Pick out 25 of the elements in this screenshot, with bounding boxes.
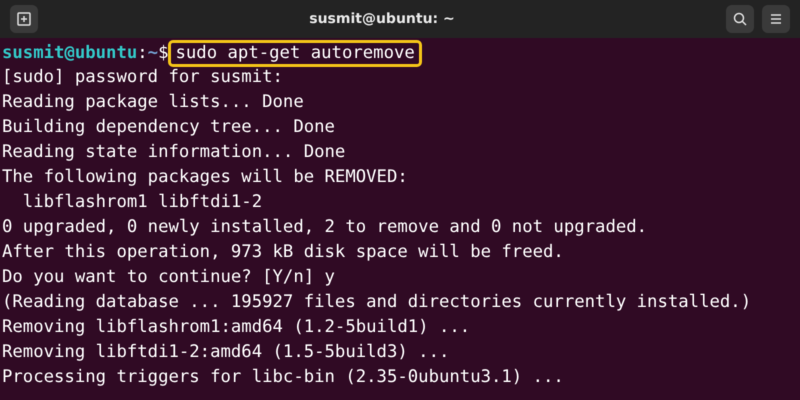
output-line: [sudo] password for susmit: xyxy=(2,66,284,89)
output-line: 0 upgraded, 0 newly installed, 2 to remove and 0 not upgraded. xyxy=(2,216,648,239)
window-title: susmit@ubuntu: ~ xyxy=(308,11,456,27)
prompt-user-host: susmit@ubuntu xyxy=(2,43,138,63)
menu-icon xyxy=(770,13,782,25)
output-line: (Reading database ... 195927 files and directories currently installed.) xyxy=(2,291,752,314)
output-line: Reading package lists... Done xyxy=(2,91,305,114)
output-line: Removing libftdi1-2:amd64 (1.5-5build3) ... xyxy=(2,341,450,364)
new-tab-icon xyxy=(17,12,31,26)
output-line: Do you want to continue? [Y/n] y xyxy=(2,266,336,289)
output-line: The following packages will be REMOVED: xyxy=(2,166,409,189)
prompt-symbol: $ xyxy=(158,43,168,63)
search-icon xyxy=(733,12,747,26)
search-button[interactable] xyxy=(726,5,754,33)
output-line: libflashrom1 libftdi1-2 xyxy=(22,191,264,214)
output-line: Removing libflashrom1:amd64 (1.2-5build1) ... xyxy=(2,316,472,339)
prompt-path: ~ xyxy=(148,43,158,63)
output-line: Building dependency tree... Done xyxy=(2,116,336,139)
highlighted-command: sudo apt-get autoremove xyxy=(168,40,422,67)
output-line: Reading state information... Done xyxy=(2,141,346,164)
output-line: After this operation, 973 kB disk space will be freed. xyxy=(2,241,565,264)
prompt-separator: : xyxy=(137,43,148,63)
output-line: Processing triggers for libc-bin (2.35-0ubuntu3.1) ... xyxy=(2,366,565,389)
new-tab-button[interactable] xyxy=(10,5,38,33)
menu-button[interactable] xyxy=(762,5,790,33)
